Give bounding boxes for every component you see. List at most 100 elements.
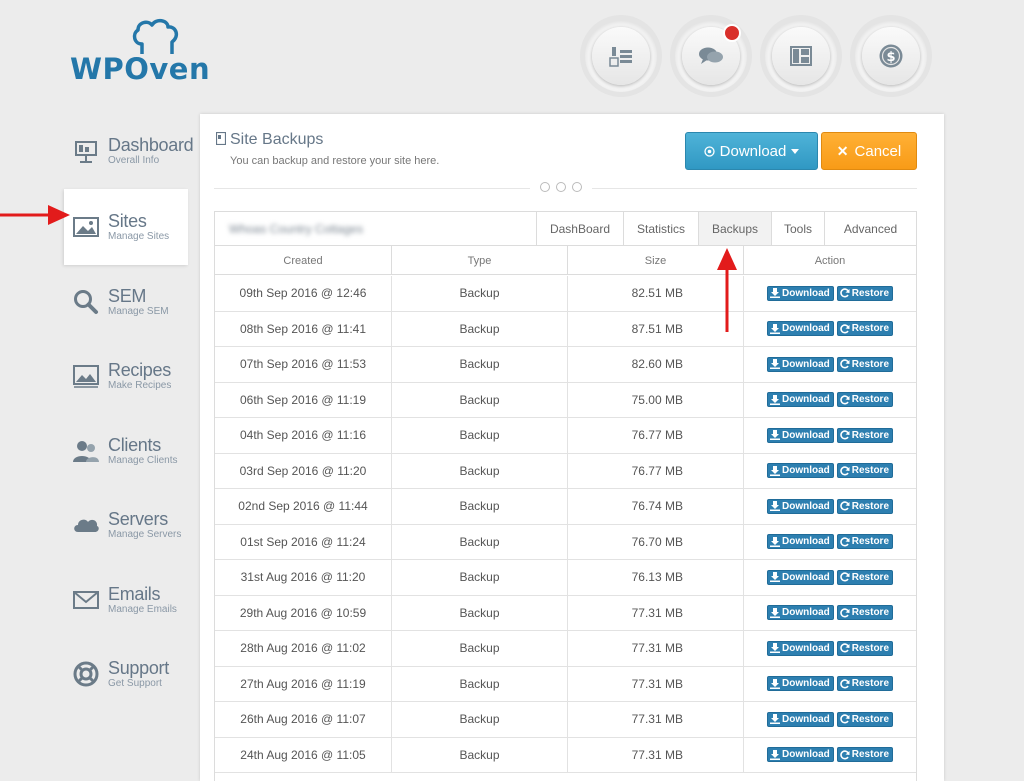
row-download-button[interactable]: Download bbox=[766, 605, 834, 621]
row-restore-button[interactable]: Restore bbox=[836, 321, 894, 337]
row-restore-button[interactable]: Restore bbox=[836, 427, 894, 443]
row-restore-button[interactable]: Restore bbox=[836, 747, 894, 763]
sidebar-item-clients[interactable]: Clients Manage Clients bbox=[64, 413, 188, 489]
cell-type: Backup bbox=[391, 382, 567, 417]
table-row: 29th Aug 2016 @ 10:59 Backup 77.31 MB Do… bbox=[215, 595, 916, 631]
cell-type: Backup bbox=[391, 311, 567, 346]
sidebar-title: Clients bbox=[108, 435, 161, 455]
download-label: Download bbox=[781, 465, 830, 477]
restore-label: Restore bbox=[851, 713, 890, 725]
refresh-icon bbox=[839, 572, 850, 582]
row-restore-button[interactable]: Restore bbox=[836, 569, 894, 585]
table-row: 02nd Sep 2016 @ 11:44 Backup 76.74 MB Do… bbox=[215, 489, 916, 525]
cell-action: Download Restore bbox=[743, 595, 916, 630]
cell-created: 29th Aug 2016 @ 10:59 bbox=[239, 605, 367, 620]
table-row: 08th Sep 2016 @ 11:41 Backup 87.51 MB Do… bbox=[215, 311, 916, 347]
row-restore-button[interactable]: Restore bbox=[836, 356, 894, 372]
download-icon bbox=[769, 749, 780, 760]
row-restore-button[interactable]: Restore bbox=[836, 711, 894, 727]
row-download-button[interactable]: Download bbox=[766, 569, 834, 585]
row-restore-button[interactable]: Restore bbox=[836, 498, 894, 514]
top-billing-button[interactable] bbox=[585, 20, 657, 92]
tab-dashboard[interactable]: DashBoard bbox=[536, 212, 623, 245]
tab-advanced[interactable]: Advanced bbox=[824, 212, 916, 245]
download-icon bbox=[769, 678, 780, 689]
row-restore-button[interactable]: Restore bbox=[836, 392, 894, 408]
sidebar-subtitle: Manage Sites bbox=[108, 231, 170, 242]
cell-type: Backup bbox=[391, 276, 567, 311]
cell-action: Download Restore bbox=[743, 418, 916, 453]
sidebar-item-dashboard[interactable]: Dashboard Overall Info bbox=[64, 113, 194, 189]
sidebar-item-support[interactable]: Support Get Support bbox=[64, 636, 188, 712]
tab-tools[interactable]: Tools bbox=[771, 212, 824, 245]
row-download-button[interactable]: Download bbox=[766, 676, 834, 692]
cell-type: Backup bbox=[391, 631, 567, 666]
sidebar-item-recipes[interactable]: Recipes Make Recipes bbox=[64, 338, 188, 414]
svg-text:$: $ bbox=[886, 50, 895, 65]
download-label: Download bbox=[781, 500, 830, 512]
download-dropdown-button[interactable]: Download bbox=[685, 132, 818, 170]
row-download-button[interactable]: Download bbox=[766, 747, 834, 763]
row-download-button[interactable]: Download bbox=[766, 356, 834, 372]
top-layout-button[interactable] bbox=[765, 20, 837, 92]
restore-label: Restore bbox=[851, 678, 890, 690]
download-label: Download bbox=[781, 358, 830, 370]
cell-size: 76.74 MB bbox=[567, 489, 743, 524]
download-icon bbox=[769, 643, 780, 654]
row-download-button[interactable]: Download bbox=[766, 285, 834, 301]
download-button-label: Download bbox=[719, 142, 787, 160]
row-restore-button[interactable]: Restore bbox=[836, 285, 894, 301]
restore-label: Restore bbox=[851, 323, 890, 335]
top-chat-button[interactable] bbox=[675, 20, 747, 92]
table-row: 07th Sep 2016 @ 11:53 Backup 82.60 MB Do… bbox=[215, 347, 916, 383]
cell-action: Download Restore bbox=[743, 631, 916, 666]
cancel-button[interactable]: ✕ Cancel bbox=[821, 132, 917, 170]
table-row: 28th Aug 2016 @ 11:02 Backup 77.31 MB Do… bbox=[215, 631, 916, 667]
top-dollar-button[interactable]: $ bbox=[855, 20, 927, 92]
column-header-created[interactable]: Created bbox=[215, 246, 391, 275]
row-download-button[interactable]: Download bbox=[766, 392, 834, 408]
row-download-button[interactable]: Download bbox=[766, 640, 834, 656]
row-download-button[interactable]: Download bbox=[766, 427, 834, 443]
row-download-button[interactable]: Download bbox=[766, 321, 834, 337]
restore-label: Restore bbox=[851, 394, 890, 406]
download-label: Download bbox=[781, 323, 830, 335]
row-download-button[interactable]: Download bbox=[766, 534, 834, 550]
sidebar-item-servers[interactable]: Servers Manage Servers bbox=[64, 487, 188, 563]
sidebar-title: Support bbox=[108, 658, 169, 678]
cell-created: 07th Sep 2016 @ 11:53 bbox=[239, 357, 367, 372]
refresh-icon bbox=[839, 501, 850, 511]
row-download-button[interactable]: Download bbox=[766, 463, 834, 479]
row-restore-button[interactable]: Restore bbox=[836, 605, 894, 621]
row-restore-button[interactable]: Restore bbox=[836, 463, 894, 479]
row-download-button[interactable]: Download bbox=[766, 711, 834, 727]
row-restore-button[interactable]: Restore bbox=[836, 534, 894, 550]
cell-created: 27th Aug 2016 @ 11:19 bbox=[240, 676, 366, 691]
cell-type: Backup bbox=[391, 524, 567, 559]
download-icon bbox=[769, 536, 780, 547]
restore-label: Restore bbox=[851, 749, 890, 761]
divider-dots bbox=[530, 182, 592, 192]
refresh-icon bbox=[839, 466, 850, 476]
restore-label: Restore bbox=[851, 571, 890, 583]
tab-statistics[interactable]: Statistics bbox=[623, 212, 698, 245]
logo-text: WPOven bbox=[70, 52, 211, 86]
row-download-button[interactable]: Download bbox=[766, 498, 834, 514]
sidebar-item-emails[interactable]: Emails Manage Emails bbox=[64, 562, 188, 638]
refresh-icon bbox=[839, 324, 850, 334]
cell-action: Download Restore bbox=[743, 382, 916, 417]
restore-label: Restore bbox=[851, 287, 890, 299]
download-label: Download bbox=[781, 713, 830, 725]
row-restore-button[interactable]: Restore bbox=[836, 640, 894, 656]
sidebar-item-sem[interactable]: SEM Manage SEM bbox=[64, 264, 188, 340]
column-header-type[interactable]: Type bbox=[391, 246, 567, 275]
table-header: Created Type Size Action bbox=[215, 246, 916, 275]
sidebar-item-sites[interactable]: Sites Manage Sites bbox=[64, 189, 188, 265]
row-restore-button[interactable]: Restore bbox=[836, 676, 894, 692]
wpoven-logo[interactable]: WPOven bbox=[70, 18, 220, 88]
sidebar-subtitle: Manage Servers bbox=[108, 529, 182, 540]
table-row: 09th Sep 2016 @ 12:46 Backup 82.51 MB Do… bbox=[215, 276, 916, 312]
table-row: 26th Aug 2016 @ 11:07 Backup 77.31 MB Do… bbox=[215, 702, 916, 738]
sidebar-subtitle: Manage SEM bbox=[108, 306, 169, 317]
tab-backups[interactable]: Backups bbox=[698, 212, 771, 245]
